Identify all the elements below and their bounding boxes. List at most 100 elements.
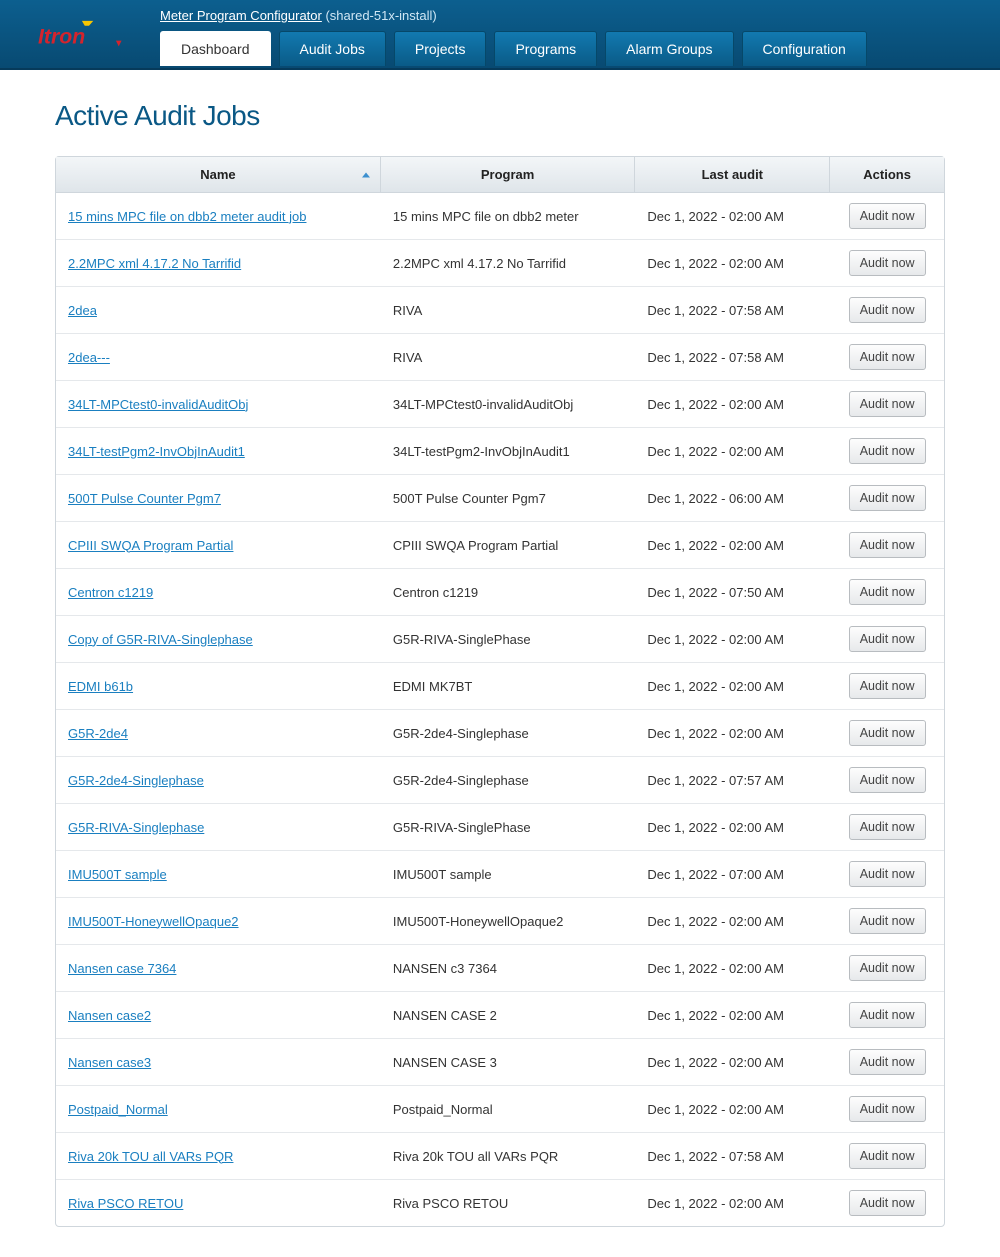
audit-job-link[interactable]: Postpaid_Normal (68, 1102, 168, 1117)
audit-now-button[interactable]: Audit now (849, 203, 926, 229)
audit-job-link[interactable]: Centron c1219 (68, 585, 153, 600)
audit-job-link[interactable]: Nansen case2 (68, 1008, 151, 1023)
audit-job-link[interactable]: Riva PSCO RETOU (68, 1196, 183, 1211)
audit-job-link[interactable]: Riva 20k TOU all VARs PQR (68, 1149, 233, 1164)
last-audit-cell: Dec 1, 2022 - 02:00 AM (635, 991, 830, 1038)
last-audit-cell: Dec 1, 2022 - 02:00 AM (635, 427, 830, 474)
audit-now-button[interactable]: Audit now (849, 1049, 926, 1075)
last-audit-cell: Dec 1, 2022 - 07:58 AM (635, 1132, 830, 1179)
program-cell: G5R-2de4-Singlephase (381, 756, 635, 803)
last-audit-cell: Dec 1, 2022 - 02:00 AM (635, 803, 830, 850)
audit-job-link[interactable]: EDMI b61b (68, 679, 133, 694)
last-audit-cell: Dec 1, 2022 - 07:50 AM (635, 568, 830, 615)
table-row: IMU500T sampleIMU500T sampleDec 1, 2022 … (56, 850, 944, 897)
last-audit-cell: Dec 1, 2022 - 02:00 AM (635, 1085, 830, 1132)
audit-now-button[interactable]: Audit now (849, 1002, 926, 1028)
table-row: Centron c1219Centron c1219Dec 1, 2022 - … (56, 568, 944, 615)
audit-job-link[interactable]: G5R-2de4-Singlephase (68, 773, 204, 788)
nav-item-alarm-groups[interactable]: Alarm Groups (605, 31, 733, 66)
program-cell: Postpaid_Normal (381, 1085, 635, 1132)
audit-now-button[interactable]: Audit now (849, 861, 926, 887)
col-header-name[interactable]: Name (56, 157, 381, 193)
app-title-link[interactable]: Meter Program Configurator (160, 8, 322, 23)
audit-now-button[interactable]: Audit now (849, 579, 926, 605)
nav-item-configuration[interactable]: Configuration (742, 31, 867, 66)
col-header-program[interactable]: Program (381, 157, 635, 193)
audit-now-button[interactable]: Audit now (849, 626, 926, 652)
audit-now-button[interactable]: Audit now (849, 955, 926, 981)
last-audit-cell: Dec 1, 2022 - 02:00 AM (635, 709, 830, 756)
audit-job-link[interactable]: 34LT-MPCtest0-invalidAuditObj (68, 397, 248, 412)
program-cell: Riva PSCO RETOU (381, 1179, 635, 1226)
last-audit-cell: Dec 1, 2022 - 02:00 AM (635, 897, 830, 944)
top-bar: Itron Meter Program Configurator (shared… (0, 0, 1000, 70)
last-audit-cell: Dec 1, 2022 - 07:57 AM (635, 756, 830, 803)
program-cell: RIVA (381, 286, 635, 333)
audit-job-link[interactable]: G5R-2de4 (68, 726, 128, 741)
table-row: G5R-2de4G5R-2de4-SinglephaseDec 1, 2022 … (56, 709, 944, 756)
audit-job-link[interactable]: IMU500T-HoneywellOpaque2 (68, 914, 239, 929)
nav-item-dashboard[interactable]: Dashboard (160, 31, 271, 66)
logo[interactable]: Itron (0, 0, 160, 70)
program-cell: Riva 20k TOU all VARs PQR (381, 1132, 635, 1179)
audit-job-link[interactable]: CPIII SWQA Program Partial (68, 538, 233, 553)
nav-item-programs[interactable]: Programs (494, 31, 597, 66)
program-cell: G5R-RIVA-SinglePhase (381, 615, 635, 662)
program-cell: Centron c1219 (381, 568, 635, 615)
table-row: Postpaid_NormalPostpaid_NormalDec 1, 202… (56, 1085, 944, 1132)
audit-now-button[interactable]: Audit now (849, 391, 926, 417)
audit-job-link[interactable]: G5R-RIVA-Singlephase (68, 820, 204, 835)
last-audit-cell: Dec 1, 2022 - 02:00 AM (635, 521, 830, 568)
nav-item-projects[interactable]: Projects (394, 31, 487, 66)
audit-now-button[interactable]: Audit now (849, 344, 926, 370)
audit-job-link[interactable]: 15 mins MPC file on dbb2 meter audit job (68, 209, 306, 224)
audit-job-link[interactable]: 34LT-testPgm2-InvObjInAudit1 (68, 444, 245, 459)
table-row: CPIII SWQA Program PartialCPIII SWQA Pro… (56, 521, 944, 568)
last-audit-cell: Dec 1, 2022 - 07:58 AM (635, 286, 830, 333)
program-cell: NANSEN CASE 3 (381, 1038, 635, 1085)
sort-asc-icon (362, 172, 370, 177)
table-row: 2dea---RIVADec 1, 2022 - 07:58 AMAudit n… (56, 333, 944, 380)
table-row: 2dea RIVADec 1, 2022 - 07:58 AM Audit now (56, 286, 944, 333)
audit-job-link[interactable]: IMU500T sample (68, 867, 167, 882)
last-audit-cell: Dec 1, 2022 - 02:00 AM (635, 662, 830, 709)
audit-now-button[interactable]: Audit now (849, 532, 926, 558)
table-row: G5R-RIVA-Singlephase G5R-RIVA-SinglePhase… (56, 803, 944, 850)
last-audit-cell: Dec 1, 2022 - 07:58 AM (635, 333, 830, 380)
program-cell: IMU500T-HoneywellOpaque2 (381, 897, 635, 944)
audit-now-button[interactable]: Audit now (849, 438, 926, 464)
last-audit-cell: Dec 1, 2022 - 02:00 AM (635, 944, 830, 991)
audit-job-link[interactable]: 500T Pulse Counter Pgm7 (68, 491, 221, 506)
audit-now-button[interactable]: Audit now (849, 1190, 926, 1216)
audit-job-link[interactable]: 2dea--- (68, 350, 110, 365)
audit-now-button[interactable]: Audit now (849, 814, 926, 840)
audit-now-button[interactable]: Audit now (849, 908, 926, 934)
audit-now-button[interactable]: Audit now (849, 485, 926, 511)
table-row: Nansen case3NANSEN CASE 3Dec 1, 2022 - 0… (56, 1038, 944, 1085)
audit-now-button[interactable]: Audit now (849, 250, 926, 276)
table-row: Nansen case2 NANSEN CASE 2Dec 1, 2022 - 0… (56, 991, 944, 1038)
audit-now-button[interactable]: Audit now (849, 1096, 926, 1122)
last-audit-cell: Dec 1, 2022 - 02:00 AM (635, 380, 830, 427)
program-cell: NANSEN CASE 2 (381, 991, 635, 1038)
audit-now-button[interactable]: Audit now (849, 767, 926, 793)
audit-now-button[interactable]: Audit now (849, 720, 926, 746)
audit-job-link[interactable]: 2.2MPC xml 4.17.2 No Tarrifid (68, 256, 241, 271)
col-header-actions[interactable]: Actions (830, 157, 944, 193)
program-cell: 500T Pulse Counter Pgm7 (381, 474, 635, 521)
audit-job-link[interactable]: 2dea (68, 303, 97, 318)
audit-now-button[interactable]: Audit now (849, 673, 926, 699)
program-cell: G5R-RIVA-SinglePhase (381, 803, 635, 850)
audit-job-link[interactable]: Copy of G5R-RIVA-Singlephase (68, 632, 253, 647)
audit-job-link[interactable]: Nansen case3 (68, 1055, 151, 1070)
col-header-lastaudit[interactable]: Last audit (635, 157, 830, 193)
table-row: Riva 20k TOU all VARs PQR Riva 20k TOU al… (56, 1132, 944, 1179)
itron-logo-icon: Itron (38, 17, 123, 53)
audit-now-button[interactable]: Audit now (849, 297, 926, 323)
content: Active Audit Jobs Name Program Last audi… (0, 70, 1000, 1257)
nav-item-audit-jobs[interactable]: Audit Jobs (279, 31, 386, 66)
program-cell: EDMI MK7BT (381, 662, 635, 709)
audit-job-link[interactable]: Nansen case 7364 (68, 961, 176, 976)
audit-now-button[interactable]: Audit now (849, 1143, 926, 1169)
table-row: G5R-2de4-Singlephase G5R-2de4-Singlephase… (56, 756, 944, 803)
